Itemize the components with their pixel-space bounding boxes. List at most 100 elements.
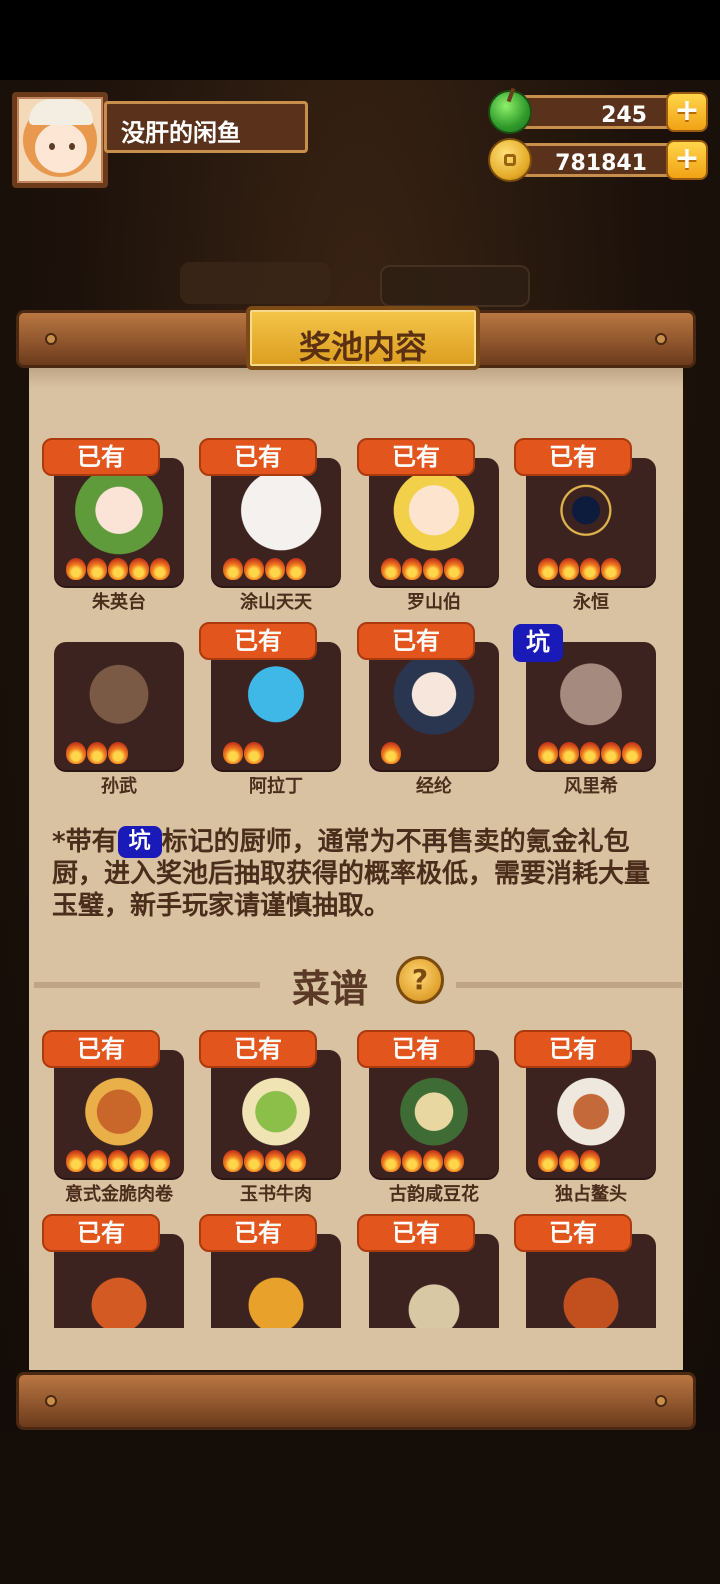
status-bar — [0, 0, 720, 80]
rarity-flames — [66, 558, 170, 580]
owned-tag: 已有 — [357, 1214, 475, 1252]
chef-card[interactable]: 已有 — [199, 438, 341, 586]
flame-icon — [87, 742, 107, 764]
chef-portrait — [225, 652, 327, 746]
recipe-grid-clip: 已有 已有 已有 已有 — [40, 1200, 680, 1328]
flame-icon — [444, 558, 464, 580]
chef-name: 涂山天天 — [240, 592, 312, 613]
avatar-hat — [29, 99, 93, 125]
chef-name: 风里希 — [564, 776, 618, 797]
panel-title-badge: 奖池内容 — [246, 306, 480, 370]
section-divider-left — [34, 982, 260, 988]
add-coins-button[interactable]: + — [666, 140, 708, 180]
recipe-card[interactable]: 已有 — [514, 1214, 656, 1328]
rod-knob — [655, 333, 667, 345]
recipe-card[interactable]: 已有 — [514, 1030, 656, 1178]
rarity-flames — [223, 1150, 306, 1172]
flame-icon — [244, 558, 264, 580]
chef-card[interactable]: 已有 — [357, 438, 499, 586]
gem-counter: 245 + — [488, 87, 708, 134]
owned-tag: 已有 — [357, 438, 475, 476]
flame-icon — [538, 742, 558, 764]
flame-icon — [538, 1150, 558, 1172]
chef-name: 罗山伯 — [407, 592, 461, 613]
flame-icon — [601, 558, 621, 580]
rarity-flames — [381, 558, 464, 580]
chef-card[interactable]: 已有 — [42, 438, 184, 586]
recipe-portrait — [540, 1060, 642, 1154]
rarity-flames — [66, 742, 128, 764]
owned-tag: 已有 — [357, 1030, 475, 1068]
add-gems-button[interactable]: + — [666, 92, 708, 132]
chef-card[interactable]: 已有 — [199, 622, 341, 770]
flame-icon — [559, 558, 579, 580]
rod-knob — [45, 333, 57, 345]
flame-icon — [244, 1150, 264, 1172]
chef-card[interactable]: 坑 — [513, 624, 656, 770]
flame-icon — [559, 742, 579, 764]
flame-icon — [402, 558, 422, 580]
flame-icon — [223, 558, 243, 580]
recipes-title: 菜谱 — [292, 967, 369, 1011]
flame-icon — [402, 1150, 422, 1172]
chef-card[interactable]: 已有 — [357, 622, 499, 770]
rarity-flames — [538, 1150, 600, 1172]
pit-tag: 坑 — [513, 624, 563, 662]
coin-bar: 781841 — [510, 143, 690, 177]
recipe-portrait — [540, 1244, 642, 1328]
recipe-portrait — [225, 1244, 327, 1328]
flame-icon — [108, 742, 128, 764]
recipe-portrait — [383, 1060, 485, 1154]
flame-icon — [622, 742, 642, 764]
recipe-card[interactable]: 已有 — [42, 1030, 184, 1178]
chef-name: 朱英台 — [92, 592, 146, 613]
flame-icon — [381, 558, 401, 580]
flame-icon — [223, 742, 243, 764]
scroll-bottom-rod — [16, 1372, 696, 1430]
chef-card[interactable]: 已有 — [514, 438, 656, 586]
chef-portrait — [540, 652, 642, 746]
chef-name: 经纶 — [416, 776, 452, 797]
flame-icon — [87, 558, 107, 580]
note-prefix: *带有 — [52, 827, 118, 857]
owned-tag: 已有 — [514, 438, 632, 476]
rod-knob — [655, 1395, 667, 1407]
recipe-card[interactable]: 已有 — [357, 1030, 499, 1178]
flame-icon — [286, 1150, 306, 1172]
recipe-card[interactable]: 已有 — [199, 1030, 341, 1178]
pit-tag-inline: 坑 — [117, 826, 162, 858]
flame-icon — [381, 1150, 401, 1172]
flame-icon — [108, 1150, 128, 1172]
gem-bar: 245 — [510, 95, 690, 129]
player-avatar[interactable] — [12, 92, 108, 188]
flame-icon — [66, 742, 86, 764]
player-name-plate: 没肝的闲鱼 — [104, 101, 308, 153]
rarity-flames — [381, 1150, 464, 1172]
gem-icon — [488, 87, 532, 134]
flame-icon — [108, 558, 128, 580]
recipe-card[interactable]: 已有 — [42, 1214, 184, 1328]
chef-portrait — [68, 468, 170, 562]
recipes-help-button[interactable]: ? — [396, 956, 444, 1004]
owned-tag: 已有 — [514, 1214, 632, 1252]
flame-icon — [286, 558, 306, 580]
owned-tag: 已有 — [199, 438, 317, 476]
owned-tag: 已有 — [199, 1030, 317, 1068]
flame-icon — [601, 742, 621, 764]
flame-icon — [538, 558, 558, 580]
player-profile[interactable]: 没肝的闲鱼 — [12, 92, 308, 188]
rarity-flames — [223, 558, 306, 580]
owned-tag: 已有 — [42, 1030, 160, 1068]
chef-card[interactable] — [54, 642, 184, 770]
flame-icon — [223, 1150, 243, 1172]
rarity-flames — [381, 742, 401, 764]
background-decoration — [180, 262, 330, 304]
flame-icon — [423, 558, 443, 580]
owned-tag: 已有 — [357, 622, 475, 660]
chef-portrait — [383, 652, 485, 746]
recipe-card[interactable]: 已有 — [357, 1214, 499, 1328]
recipe-card[interactable]: 已有 — [199, 1214, 341, 1328]
flame-icon — [444, 1150, 464, 1172]
background-bottom — [0, 1430, 720, 1584]
flame-icon — [244, 742, 264, 764]
